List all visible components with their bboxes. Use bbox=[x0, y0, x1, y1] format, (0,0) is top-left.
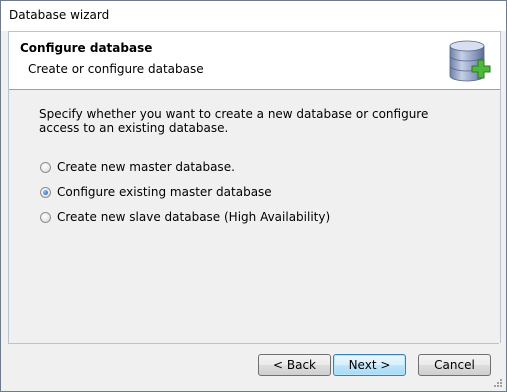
next-button[interactable]: Next > bbox=[333, 354, 406, 376]
instruction-text: Specify whether you want to create a new… bbox=[39, 107, 429, 135]
radio-configure-existing[interactable]: Configure existing master database bbox=[40, 185, 272, 199]
resize-grip-icon[interactable] bbox=[493, 378, 503, 388]
radio-label[interactable]: Create new slave database (High Availabi… bbox=[57, 210, 330, 224]
database-add-icon bbox=[449, 40, 491, 82]
radio-create-slave[interactable]: Create new slave database (High Availabi… bbox=[40, 210, 330, 224]
wizard-window: Database wizard Configure database Creat… bbox=[0, 0, 507, 392]
footer-divider bbox=[8, 343, 499, 344]
radio-label[interactable]: Create new master database. bbox=[57, 160, 235, 174]
radio-button-selected[interactable] bbox=[40, 186, 51, 198]
title-bar[interactable]: Database wizard bbox=[1, 1, 506, 31]
radio-button[interactable] bbox=[40, 161, 51, 173]
radio-button[interactable] bbox=[40, 211, 51, 223]
header-subtitle: Create or configure database bbox=[28, 62, 204, 76]
window-title: Database wizard bbox=[9, 8, 110, 22]
header-title: Configure database bbox=[20, 41, 153, 55]
wizard-header: Configure database Create or configure d… bbox=[8, 31, 501, 90]
radio-create-master[interactable]: Create new master database. bbox=[40, 160, 235, 174]
back-button[interactable]: < Back bbox=[258, 354, 331, 376]
cancel-button[interactable]: Cancel bbox=[418, 354, 491, 376]
wizard-content: Specify whether you want to create a new… bbox=[8, 89, 501, 343]
radio-label[interactable]: Configure existing master database bbox=[57, 185, 272, 199]
